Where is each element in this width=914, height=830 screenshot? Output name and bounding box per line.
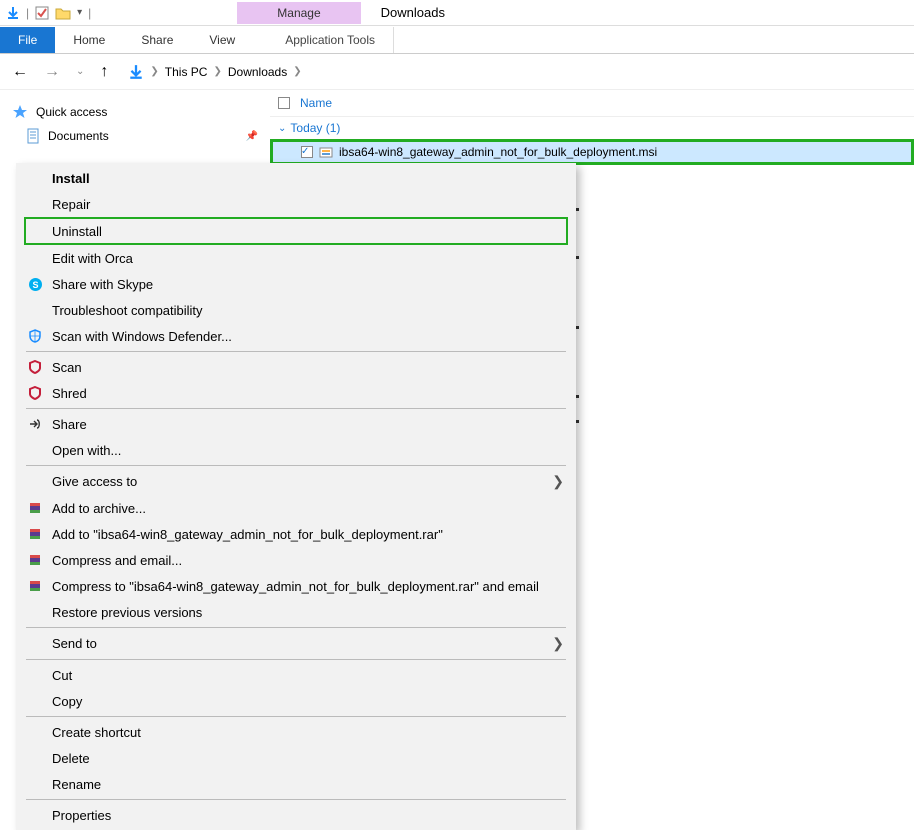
menu-properties[interactable]: Properties: [16, 802, 576, 828]
chevron-right-icon[interactable]: ❯: [213, 66, 221, 77]
menu-scan[interactable]: Scan: [16, 354, 576, 380]
documents-label: Documents: [48, 129, 109, 143]
star-icon: [12, 104, 28, 120]
back-button[interactable]: ←: [8, 61, 32, 83]
quick-access-item[interactable]: Quick access: [12, 100, 258, 124]
highlighted-uninstall: Uninstall: [24, 217, 568, 245]
documents-item[interactable]: Documents 📌: [12, 124, 258, 148]
home-tab[interactable]: Home: [55, 27, 123, 53]
msi-icon: [319, 145, 333, 159]
menu-addrar[interactable]: Add to "ibsa64-win8_gateway_admin_not_fo…: [16, 521, 576, 547]
svg-text:S: S: [32, 280, 38, 290]
view-tab[interactable]: View: [191, 27, 253, 53]
quick-access-toolbar: | ▾ |: [0, 6, 97, 20]
menu-rename[interactable]: Rename: [16, 771, 576, 797]
winrar-icon: [26, 500, 44, 516]
winrar-icon: [26, 552, 44, 568]
breadcrumb[interactable]: ❯ This PC ❯ Downloads ❯: [120, 60, 906, 84]
up-button[interactable]: ↑: [96, 61, 112, 83]
menu-compress-email[interactable]: Compress and email...: [16, 547, 576, 573]
file-list-pane: Name ⌄ Today (1) ✓ ibsa64-win8_gateway_a…: [270, 90, 914, 165]
menu-separator: [26, 351, 566, 352]
mcafee-icon: [26, 359, 44, 375]
menu-separator: [26, 659, 566, 660]
download-arrow-icon: [6, 6, 20, 20]
menu-defender[interactable]: Scan with Windows Defender...: [16, 323, 576, 349]
name-column-header[interactable]: Name: [300, 96, 332, 110]
file-tab[interactable]: File: [0, 27, 55, 53]
ribbon-bar: File Home Share View Application Tools: [0, 26, 914, 54]
shield-icon: [26, 328, 44, 344]
decorative-mark: [576, 326, 579, 329]
menu-openwith[interactable]: Open with...: [16, 437, 576, 463]
winrar-icon: [26, 578, 44, 594]
menu-giveaccess[interactable]: Give access to ❯: [16, 468, 576, 495]
menu-cut[interactable]: Cut: [16, 662, 576, 688]
recent-dropdown[interactable]: ⌄: [72, 64, 88, 79]
breadcrumb-thispc[interactable]: This PC: [165, 65, 208, 79]
menu-uninstall[interactable]: Uninstall: [26, 222, 564, 240]
menu-delete[interactable]: Delete: [16, 745, 576, 771]
file-checkbox[interactable]: ✓: [301, 146, 313, 158]
decorative-mark: [576, 256, 579, 259]
menu-separator: [26, 465, 566, 466]
decorative-mark: [576, 420, 579, 423]
chevron-right-icon[interactable]: ❯: [150, 66, 158, 77]
download-arrow-icon: [128, 64, 144, 80]
menu-addarchive[interactable]: Add to archive...: [16, 495, 576, 521]
chevron-down-icon: ⌄: [278, 123, 286, 134]
share-icon: [26, 416, 44, 432]
chevron-right-icon[interactable]: ❯: [293, 66, 301, 77]
decorative-mark: [576, 395, 579, 398]
mcafee-icon: [26, 385, 44, 401]
menu-shortcut[interactable]: Create shortcut: [16, 719, 576, 745]
file-row-selected[interactable]: ✓ ibsa64-win8_gateway_admin_not_for_bulk…: [270, 139, 914, 165]
application-tools-tab[interactable]: Application Tools: [267, 27, 394, 53]
window-title: Downloads: [381, 5, 445, 20]
group-today[interactable]: ⌄ Today (1): [270, 117, 914, 139]
share-tab[interactable]: Share: [123, 27, 191, 53]
title-bar: | ▾ | Manage Downloads: [0, 0, 914, 26]
breadcrumb-downloads[interactable]: Downloads: [228, 65, 287, 79]
folder-icon[interactable]: [55, 6, 71, 20]
winrar-icon: [26, 526, 44, 542]
column-header-row: Name: [270, 90, 914, 117]
checkbox-icon[interactable]: [35, 6, 49, 20]
group-label: Today (1): [290, 121, 340, 135]
menu-skype[interactable]: S Share with Skype: [16, 271, 576, 297]
menu-edit-orca[interactable]: Edit with Orca: [16, 245, 576, 271]
menu-repair[interactable]: Repair: [16, 191, 576, 217]
decorative-mark: [576, 208, 579, 211]
separator: |: [26, 6, 29, 20]
menu-troubleshoot[interactable]: Troubleshoot compatibility: [16, 297, 576, 323]
quick-access-label: Quick access: [36, 105, 107, 119]
forward-button[interactable]: →: [40, 61, 64, 83]
navigation-pane: Quick access Documents 📌: [0, 90, 270, 165]
menu-restore[interactable]: Restore previous versions: [16, 599, 576, 625]
menu-separator: [26, 627, 566, 628]
menu-install[interactable]: Install: [16, 165, 576, 191]
chevron-right-icon: ❯: [552, 635, 564, 652]
menu-sendto[interactable]: Send to ❯: [16, 630, 576, 657]
skype-icon: S: [26, 276, 44, 292]
context-menu: Install Repair Uninstall Edit with Orca …: [16, 163, 576, 830]
separator: |: [88, 6, 91, 20]
menu-separator: [26, 716, 566, 717]
menu-separator: [26, 408, 566, 409]
document-icon: [26, 128, 40, 144]
navigation-bar: ← → ⌄ ↑ ❯ This PC ❯ Downloads ❯: [0, 54, 914, 90]
qat-dropdown-icon[interactable]: ▾: [77, 7, 82, 18]
menu-shred[interactable]: Shred: [16, 380, 576, 406]
pin-icon[interactable]: 📌: [246, 131, 258, 142]
menu-separator: [26, 799, 566, 800]
menu-compress-rar-email[interactable]: Compress to "ibsa64-win8_gateway_admin_n…: [16, 573, 576, 599]
manage-tab[interactable]: Manage: [237, 2, 360, 24]
file-name: ibsa64-win8_gateway_admin_not_for_bulk_d…: [339, 145, 657, 159]
menu-copy[interactable]: Copy: [16, 688, 576, 714]
select-all-checkbox[interactable]: [278, 97, 290, 109]
chevron-right-icon: ❯: [552, 473, 564, 490]
menu-share[interactable]: Share: [16, 411, 576, 437]
